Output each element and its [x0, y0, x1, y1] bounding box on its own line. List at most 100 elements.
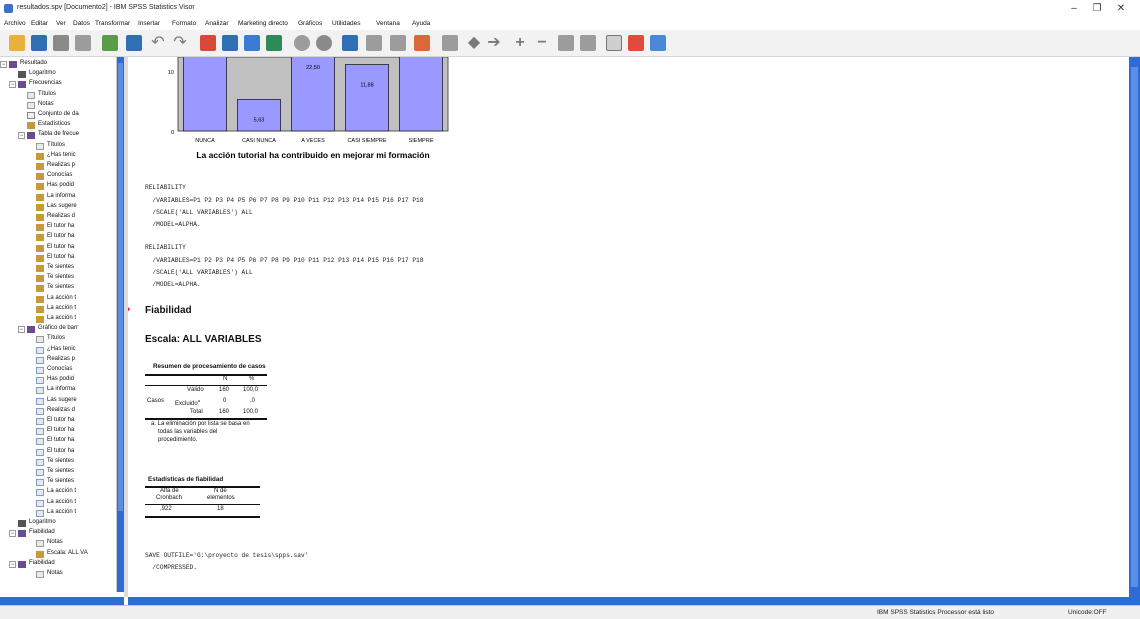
tree-item[interactable]: El tutor ha	[0, 427, 116, 436]
tree-item[interactable]: ¿Has tenic	[0, 152, 116, 161]
demote-icon[interactable]	[414, 35, 430, 51]
hide-icon[interactable]	[580, 35, 596, 51]
tree-item[interactable]: La acción t	[0, 295, 116, 304]
tree-item[interactable]: Realizas d	[0, 407, 116, 416]
print-icon[interactable]	[53, 35, 69, 51]
select-last-output-icon[interactable]	[366, 35, 382, 51]
arrow-left-icon[interactable]: ◆	[466, 35, 482, 51]
insert-heading-icon[interactable]	[606, 35, 622, 51]
tree-item[interactable]: El tutor ha	[0, 244, 116, 253]
insert-title-icon[interactable]	[628, 35, 644, 51]
export-icon[interactable]	[102, 35, 118, 51]
open-folder-icon[interactable]	[9, 35, 25, 51]
insert-text-icon[interactable]	[650, 35, 666, 51]
output-vertical-scrollbar[interactable]	[1129, 57, 1140, 597]
menu-ver[interactable]: Ver	[56, 20, 66, 27]
collapse-icon[interactable]: −	[9, 530, 16, 538]
tree-item[interactable]: El tutor ha	[0, 448, 116, 457]
redo-icon[interactable]: ↷	[172, 35, 188, 51]
undo-icon[interactable]: ↶	[150, 35, 166, 51]
menu-utilidades[interactable]: Utilidades	[332, 20, 361, 27]
tree-item[interactable]: Conocías	[0, 172, 116, 181]
run-descriptives-icon[interactable]	[266, 35, 282, 51]
tree-item[interactable]: Te sientes	[0, 458, 116, 467]
menu-graficos[interactable]: Gráficos	[298, 20, 322, 27]
tree-item[interactable]: Has podid	[0, 182, 116, 191]
collapse-icon[interactable]: −	[18, 326, 25, 334]
menu-transformar[interactable]: Transformar	[95, 20, 130, 27]
menu-marketing-directo[interactable]: Marketing directo	[238, 20, 288, 27]
menu-archivo[interactable]: Archivo	[4, 20, 26, 27]
maximize-button[interactable]: ❐	[1086, 2, 1108, 16]
tree-item[interactable]: El tutor ha	[0, 417, 116, 426]
menu-formato[interactable]: Formato	[172, 20, 196, 27]
tree-item[interactable]: Realizas p	[0, 356, 116, 365]
tree-item[interactable]: Conjunto de da	[0, 111, 116, 120]
goto-data-icon[interactable]	[200, 35, 216, 51]
menu-ayuda[interactable]: Ayuda	[412, 20, 430, 27]
tree-item[interactable]: Títulos	[0, 91, 116, 100]
close-button[interactable]: ✕	[1110, 2, 1132, 16]
tree-item[interactable]: Logaritmo	[0, 70, 116, 79]
tree-item[interactable]: − Tabla de frecue	[0, 131, 116, 140]
output-horizontal-scrollbar[interactable]	[128, 597, 1140, 605]
tree-item[interactable]: Notas	[0, 539, 116, 548]
tree-item[interactable]: Realizas p	[0, 162, 116, 171]
arrow-right-icon[interactable]: ➔	[486, 35, 502, 51]
tree-item[interactable]: Realizas d	[0, 213, 116, 222]
recall-dialog-icon[interactable]	[126, 35, 142, 51]
tree-item[interactable]: Te sientes	[0, 468, 116, 477]
tree-item[interactable]: Has podid	[0, 376, 116, 385]
tree-item[interactable]: La informa	[0, 193, 116, 202]
collapse-minus-icon[interactable]: −	[534, 35, 550, 51]
outline-vertical-scrollbar[interactable]	[117, 57, 124, 592]
tree-item[interactable]: Conocías	[0, 366, 116, 375]
minimize-button[interactable]: –	[1063, 2, 1085, 16]
tree-item[interactable]: Estadísticos	[0, 121, 116, 130]
use-variable-sets-icon[interactable]	[316, 35, 332, 51]
tree-item[interactable]: − Fiabilidad	[0, 529, 116, 538]
menu-analizar[interactable]: Analizar	[205, 20, 228, 27]
tree-item[interactable]: El tutor ha	[0, 254, 116, 263]
menu-ventana[interactable]: Ventana	[376, 20, 400, 27]
menu-editar[interactable]: Editar	[31, 20, 48, 27]
tree-item[interactable]: Títulos	[0, 335, 116, 344]
tree-item[interactable]: La acción t	[0, 315, 116, 324]
tree-item[interactable]: El tutor ha	[0, 223, 116, 232]
tree-item[interactable]: La acción t	[0, 305, 116, 314]
promote-icon[interactable]	[390, 35, 406, 51]
collapse-icon[interactable]: −	[18, 132, 25, 140]
collapse-icon[interactable]: −	[9, 560, 16, 568]
tree-item[interactable]: Notas	[0, 570, 116, 579]
tree-item[interactable]: Te sientes	[0, 274, 116, 283]
tree-item[interactable]: La informa	[0, 386, 116, 395]
print-preview-icon[interactable]	[75, 35, 91, 51]
save-icon[interactable]	[31, 35, 47, 51]
tree-item[interactable]: − Resultado	[0, 60, 116, 69]
goto-case-icon[interactable]	[222, 35, 238, 51]
tree-item[interactable]: Te sientes	[0, 284, 116, 293]
tree-item[interactable]: Te sientes	[0, 264, 116, 273]
search-icon[interactable]	[294, 35, 310, 51]
tree-item[interactable]: La acción t	[0, 488, 116, 497]
tree-item[interactable]: Las sugere	[0, 203, 116, 212]
collapse-icon[interactable]: −	[0, 61, 7, 68]
tree-item[interactable]: − Frecuencias	[0, 80, 116, 89]
show-icon[interactable]	[558, 35, 574, 51]
tree-item[interactable]: Logaritmo	[0, 519, 116, 528]
menu-insertar[interactable]: Insertar	[138, 20, 160, 27]
tree-item[interactable]: La acción t	[0, 509, 116, 518]
show-all-icon[interactable]	[442, 35, 458, 51]
tree-item[interactable]: Notas	[0, 101, 116, 110]
tree-item[interactable]: − Gráfico de barr	[0, 325, 116, 334]
collapse-icon[interactable]: −	[9, 81, 16, 89]
tree-item[interactable]: Las sugere	[0, 397, 116, 406]
expand-plus-icon[interactable]: +	[512, 35, 528, 51]
tree-item[interactable]: El tutor ha	[0, 437, 116, 446]
tree-item[interactable]: ¿Has tenic	[0, 346, 116, 355]
outline-horizontal-scrollbar[interactable]	[0, 597, 124, 605]
tree-item[interactable]: Te sientes	[0, 478, 116, 487]
tree-item[interactable]: Títulos	[0, 142, 116, 151]
tree-item[interactable]: El tutor ha	[0, 233, 116, 242]
output-scroll-thumb[interactable]	[1131, 67, 1138, 587]
